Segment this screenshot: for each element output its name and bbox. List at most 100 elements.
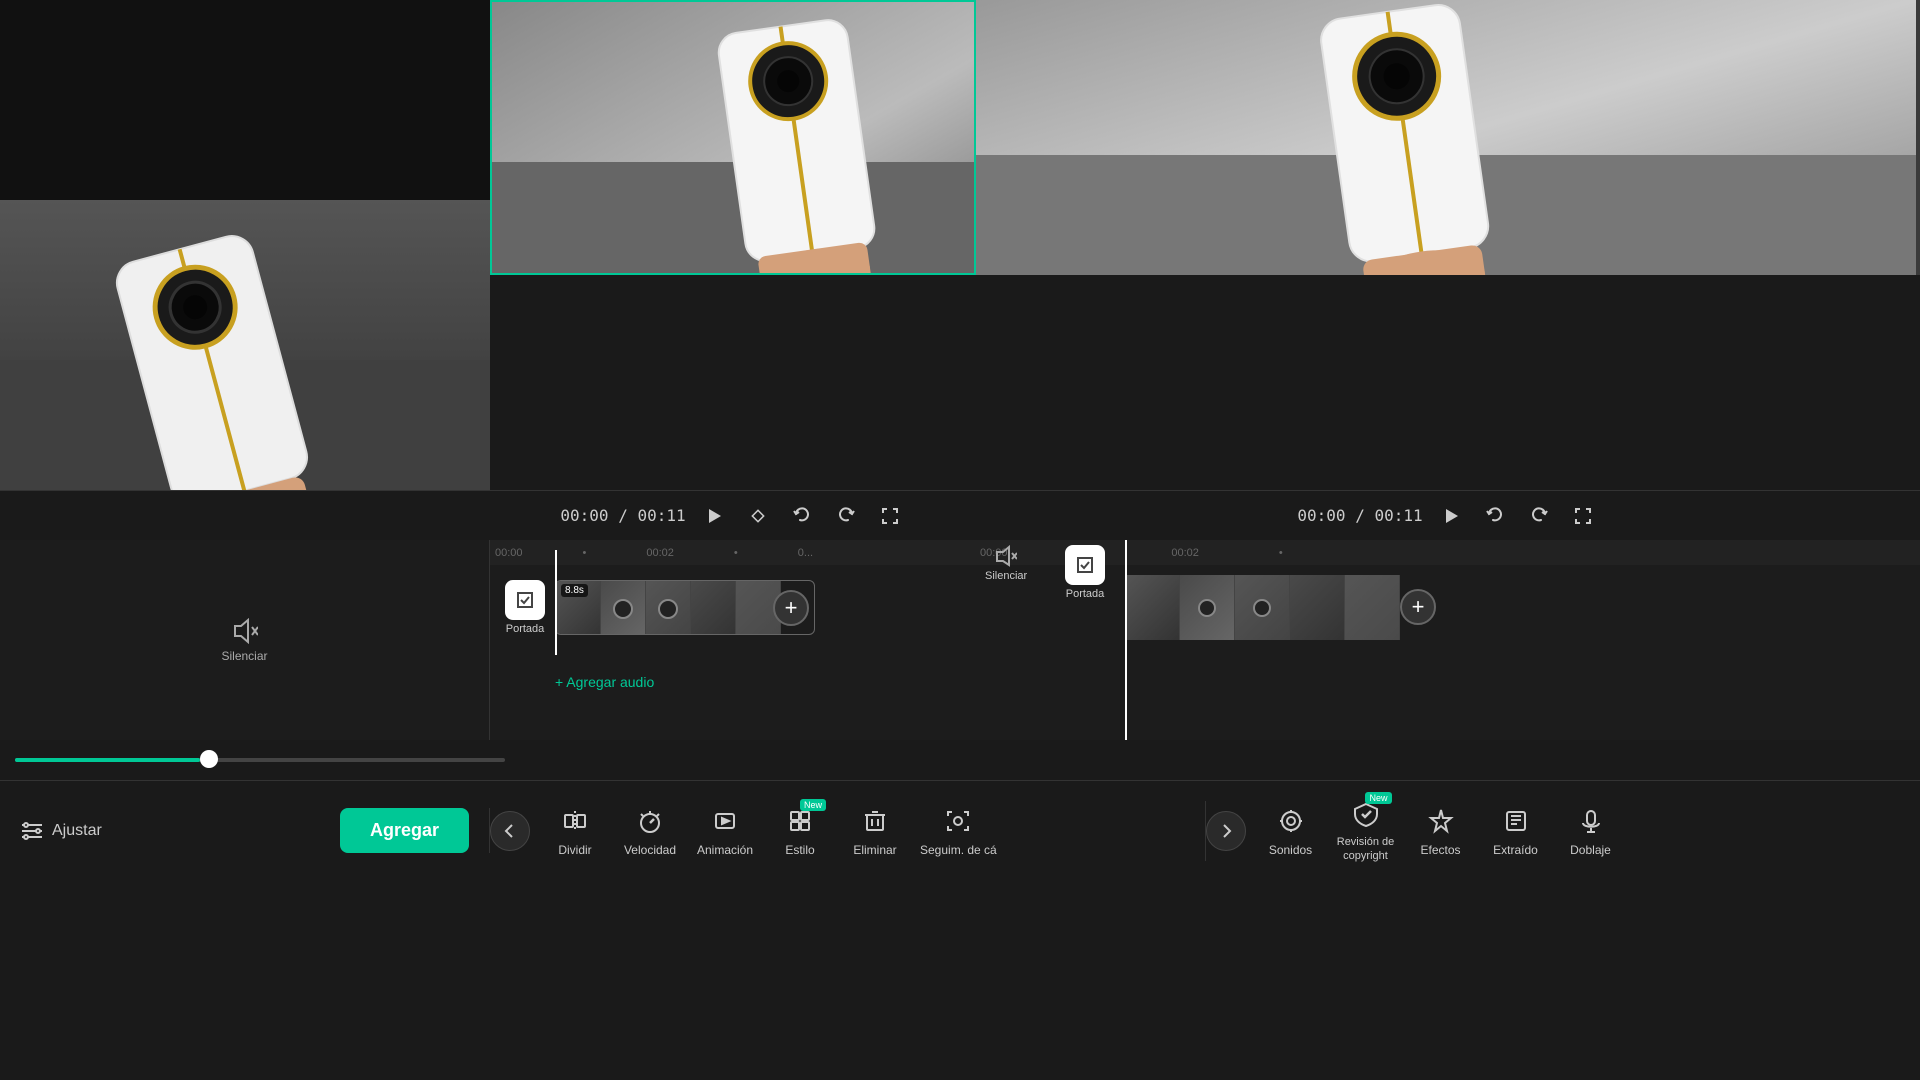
eliminar-icon bbox=[859, 805, 891, 837]
toolbar-item-animacion[interactable]: Animación bbox=[690, 797, 760, 865]
silenciar-left-button[interactable]: Silenciar bbox=[221, 618, 267, 663]
timeline-track: Portada 8.8s bbox=[490, 575, 975, 655]
silenciar-right-button[interactable]: Silenciar bbox=[985, 545, 1027, 582]
portada-right-button[interactable]: Portada bbox=[1065, 545, 1105, 600]
right-clip-4 bbox=[1290, 575, 1345, 640]
center-playhead bbox=[555, 550, 557, 655]
clip-duration-badge: 8.8s bbox=[561, 584, 588, 597]
copyright-label: Revisión decopyright bbox=[1337, 836, 1394, 862]
timeline-left-panel: Silenciar bbox=[0, 540, 490, 740]
add-audio-button[interactable]: + Agregar audio bbox=[555, 674, 654, 690]
preview-center-image bbox=[490, 0, 976, 275]
center-keyframe-button[interactable] bbox=[742, 500, 774, 532]
toolbar-item-estilo[interactable]: New Estilo bbox=[765, 797, 835, 865]
velocidad-icon bbox=[634, 805, 666, 837]
toolbar-nav-right[interactable] bbox=[1206, 811, 1246, 851]
right-undo-button[interactable] bbox=[1479, 500, 1511, 532]
add-clip-button[interactable]: + bbox=[773, 590, 809, 626]
toolbar-item-seguimiento[interactable]: Seguim. de cá bbox=[915, 797, 1002, 865]
timeline-right: Silenciar Portada 00:00 • 00:02 • bbox=[975, 540, 1920, 740]
phone-illustration-right bbox=[976, 0, 1916, 275]
scrubber-progress bbox=[15, 758, 200, 762]
right-ruler-2: 00:02 bbox=[1171, 547, 1199, 559]
right-bottom-area bbox=[976, 275, 1920, 490]
timeline-ruler: 00:00 • 00:02 • 0... bbox=[490, 540, 975, 565]
time-sep: / bbox=[618, 506, 637, 525]
scrubber-row bbox=[0, 740, 1920, 780]
ruler-mark-4: 0... bbox=[798, 547, 813, 559]
dividir-icon bbox=[559, 805, 591, 837]
scrubber-track[interactable] bbox=[15, 758, 505, 762]
efectos-label: Efectos bbox=[1420, 843, 1460, 857]
animacion-icon bbox=[709, 805, 741, 837]
portada-label: Portada bbox=[506, 623, 545, 635]
toolbar-item-eliminar[interactable]: Eliminar bbox=[840, 797, 910, 865]
ruler-mark-0: 00:00 bbox=[495, 547, 523, 559]
silenciar-left-label: Silenciar bbox=[221, 649, 267, 663]
right-play-button[interactable] bbox=[1435, 500, 1467, 532]
silenciar-right-label: Silenciar bbox=[985, 570, 1027, 582]
right-clip-5 bbox=[1345, 575, 1400, 640]
extraido-icon bbox=[1500, 805, 1532, 837]
right-clip-3 bbox=[1235, 575, 1290, 640]
ajustar-button[interactable]: Ajustar bbox=[20, 819, 102, 843]
right-playhead bbox=[1125, 540, 1127, 740]
center-time-display: 00:00 / 00:11 bbox=[560, 506, 685, 525]
right-clip-1 bbox=[1125, 575, 1180, 640]
toolbar-item-velocidad[interactable]: Velocidad bbox=[615, 797, 685, 865]
clip-thumb-3 bbox=[646, 581, 691, 634]
timeline-ruler-right: 00:00 • 00:02 • bbox=[975, 540, 1920, 565]
scrubber-thumb[interactable] bbox=[200, 750, 218, 768]
dividir-label: Dividir bbox=[558, 843, 591, 857]
right-fullscreen-button[interactable] bbox=[1567, 500, 1599, 532]
toolbar-item-sonidos[interactable]: Sonidos bbox=[1256, 797, 1326, 865]
toolbar-left: Ajustar Agregar bbox=[0, 808, 490, 853]
center-undo-button[interactable] bbox=[786, 500, 818, 532]
velocidad-label: Velocidad bbox=[624, 843, 676, 857]
right-time-display: 00:00 / 00:11 bbox=[1297, 506, 1422, 525]
toolbar-items-main: Dividir Velocidad bbox=[530, 797, 1205, 865]
agregar-label: Agregar bbox=[370, 820, 439, 840]
app-container: 00:00 / 00:11 bbox=[0, 0, 1920, 1080]
estilo-label: Estilo bbox=[785, 843, 814, 857]
right-time-sep: / bbox=[1355, 506, 1374, 525]
toolbar-item-efectos[interactable]: Efectos bbox=[1406, 797, 1476, 865]
right-add-clip-button[interactable]: + bbox=[1400, 589, 1436, 625]
toolbar-item-dividir[interactable]: Dividir bbox=[540, 797, 610, 865]
phone-illustration-center bbox=[492, 2, 976, 275]
preview-right-image bbox=[976, 0, 1920, 275]
preview-row bbox=[0, 0, 1920, 490]
portada-button[interactable]: Portada bbox=[505, 580, 545, 635]
center-fullscreen-button[interactable] bbox=[874, 500, 906, 532]
preview-left-top bbox=[0, 0, 490, 200]
extraido-label: Extraído bbox=[1493, 843, 1538, 857]
toolbar-nav-left[interactable] bbox=[490, 811, 530, 851]
doblaje-icon bbox=[1575, 805, 1607, 837]
clip-thumb-4 bbox=[691, 581, 736, 634]
video-clip[interactable]: 8.8s + bbox=[555, 580, 815, 635]
center-redo-button[interactable] bbox=[830, 500, 862, 532]
sonidos-label: Sonidos bbox=[1269, 843, 1312, 857]
center-play-button[interactable] bbox=[698, 500, 730, 532]
right-total-time: 00:11 bbox=[1374, 506, 1422, 525]
seguimiento-label: Seguim. de cá bbox=[920, 843, 997, 857]
toolbar-item-extraido[interactable]: Extraído bbox=[1481, 797, 1551, 865]
eliminar-label: Eliminar bbox=[853, 843, 896, 857]
toolbar-item-doblaje[interactable]: Doblaje bbox=[1556, 797, 1626, 865]
estilo-new-badge: New bbox=[800, 799, 826, 811]
clip-thumb-2 bbox=[601, 581, 646, 634]
right-clips-container: + bbox=[1125, 575, 1436, 640]
toolbar-item-copyright[interactable]: New Revisión decopyright bbox=[1331, 790, 1401, 870]
portada-icon bbox=[505, 580, 545, 620]
right-redo-button[interactable] bbox=[1523, 500, 1555, 532]
center-current-time: 00:00 bbox=[560, 506, 608, 525]
portada-right-icon bbox=[1065, 545, 1105, 585]
portada-right-label: Portada bbox=[1066, 588, 1105, 600]
preview-panel-right bbox=[976, 0, 1920, 490]
phone-illustration-left bbox=[0, 200, 490, 490]
copyright-icon: New bbox=[1350, 798, 1382, 830]
agregar-button[interactable]: Agregar bbox=[340, 808, 469, 853]
controls-right: 00:00 / 00:11 bbox=[976, 500, 1920, 532]
doblaje-label: Doblaje bbox=[1570, 843, 1611, 857]
ruler-dot-1: • bbox=[583, 547, 587, 559]
